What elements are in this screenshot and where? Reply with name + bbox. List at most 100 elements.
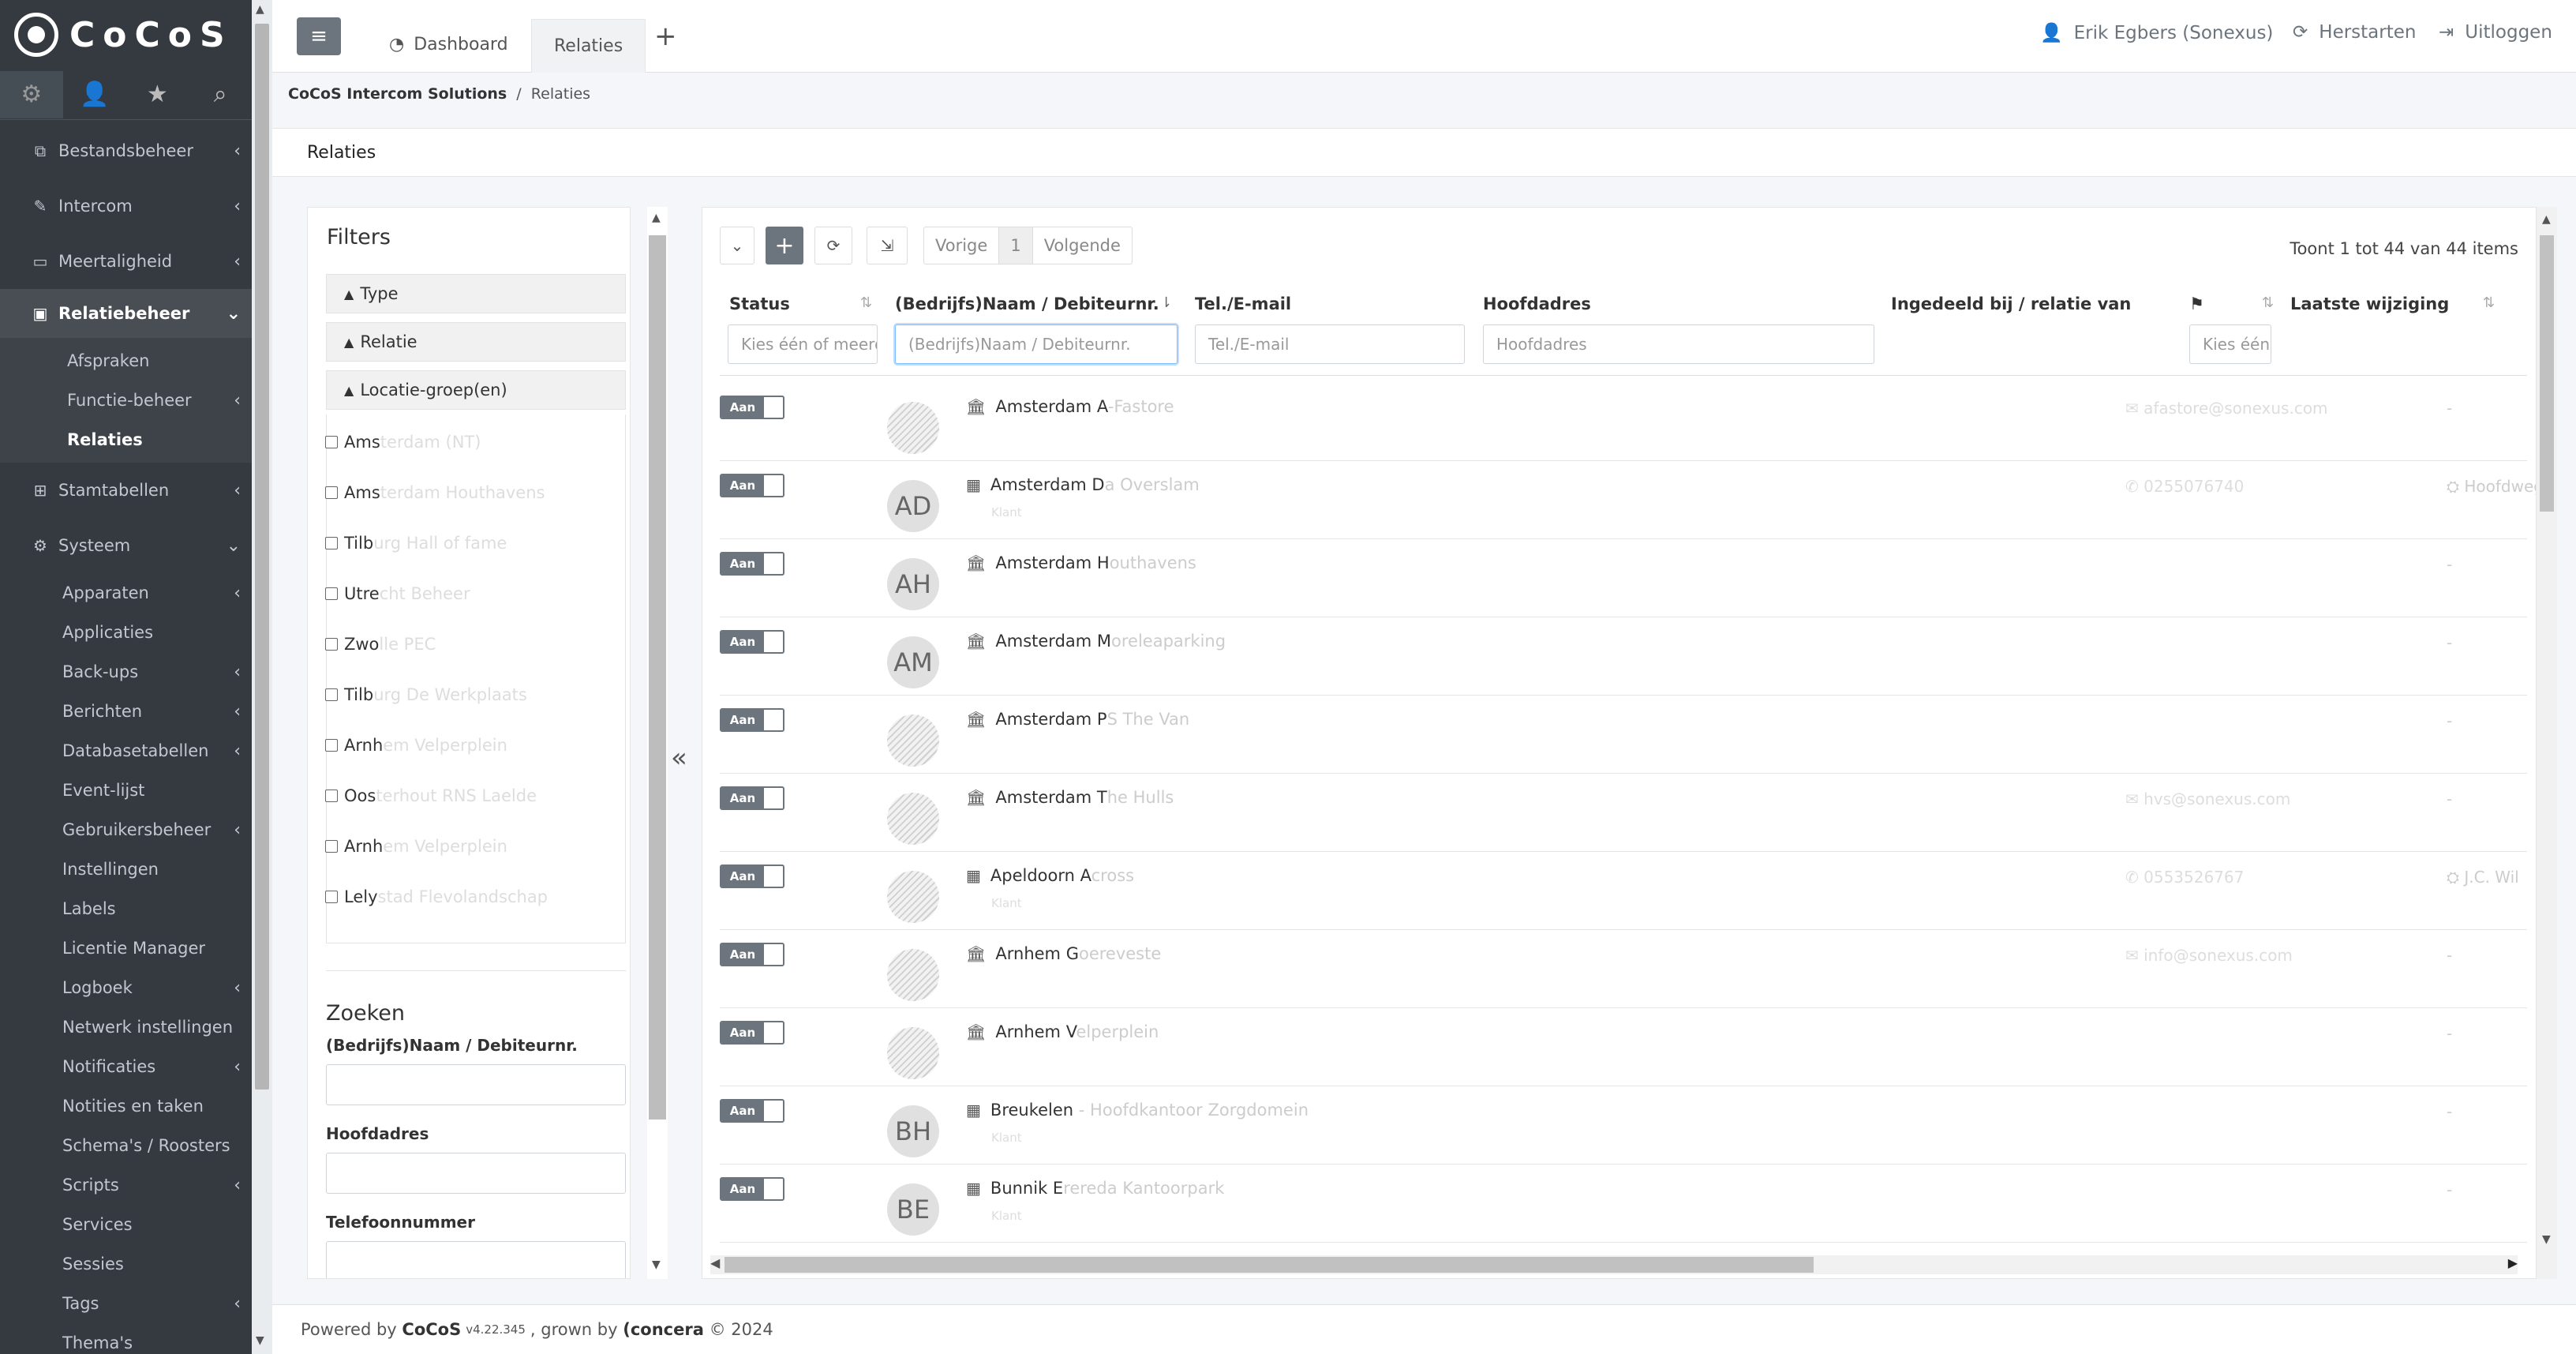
sort-icon[interactable]: ⇅ xyxy=(2483,294,2495,311)
location-checkbox-item[interactable]: Zwo lle PEC xyxy=(325,635,436,654)
sort-icon[interactable]: ⇅ xyxy=(2262,294,2274,311)
table-row[interactable]: Aan AD ▦ Amsterdam Da Overslam Klant ✆ 025507… xyxy=(720,461,2536,539)
sidebar-item-afspraken[interactable]: Afspraken xyxy=(0,341,252,381)
name-search-input[interactable] xyxy=(326,1064,626,1105)
user-menu[interactable]: 👤 Erik Egbers (Sonexus) xyxy=(2040,22,2273,44)
sidebar-item-relaties[interactable]: Relaties xyxy=(0,420,252,459)
sidebar-item-relatiebeheer[interactable]: ▣ Relatiebeheer ⌄ xyxy=(0,289,252,338)
checkbox[interactable] xyxy=(325,537,338,549)
filter-section-relatie[interactable]: ▲ Relatie xyxy=(326,322,626,362)
scroll-down-icon[interactable]: ▼ xyxy=(652,1258,661,1271)
scroll-up-icon[interactable]: ▲ xyxy=(2542,213,2551,226)
sidebar-item-system-8[interactable]: Labels xyxy=(0,889,252,928)
address-search-input[interactable] xyxy=(326,1153,626,1194)
footer-company[interactable]: (concera xyxy=(623,1320,704,1339)
status-filter-select[interactable]: Kies één of meerdere xyxy=(728,324,878,364)
table-row[interactable]: Aan BE ▦ Bunnik Erereda Kantoorpark Klant - xyxy=(720,1165,2527,1243)
location-checkbox-item[interactable]: Arnh em Velperplein xyxy=(325,736,507,755)
col-header-linked[interactable]: Ingedeeld bij / relatie van xyxy=(1891,294,2131,313)
status-toggle[interactable]: Aan xyxy=(720,786,784,810)
table-horizontal-scrollbar[interactable]: ◀ ▶ xyxy=(710,1255,2518,1274)
pager-page[interactable]: 1 xyxy=(999,227,1033,264)
checkbox[interactable] xyxy=(325,840,338,853)
col-header-tel[interactable]: Tel./E-mail xyxy=(1195,294,1291,313)
location-checkbox-item[interactable]: Oos terhout RNS Laelde xyxy=(325,786,537,805)
location-checkbox-item[interactable]: Lely stad Flevolandschap xyxy=(325,887,548,906)
sidebar-item-systeem[interactable]: ⚙ Systeem ⌄ xyxy=(0,518,252,573)
logout-button[interactable]: ⇥ Uitloggen xyxy=(2439,22,2552,43)
sidebar-item-system-9[interactable]: Licentie Manager xyxy=(0,928,252,968)
relation-name[interactable]: 🏛 Amsterdam A-Fastore xyxy=(966,397,1174,416)
status-toggle[interactable]: Aan xyxy=(720,552,784,576)
add-relation-button[interactable]: + xyxy=(766,227,803,264)
status-toggle[interactable]: Aan xyxy=(720,396,784,419)
col-header-status[interactable]: Status xyxy=(729,294,790,313)
name-filter-input[interactable]: (Bedrijfs)Naam / Debiteurnr. xyxy=(895,324,1178,364)
add-tab-button[interactable]: + xyxy=(654,21,677,52)
table-row[interactable]: Aan 🏛 Amsterdam The Hulls ✉ hvs@sonexus.com… xyxy=(720,774,2527,852)
checkbox[interactable] xyxy=(325,790,338,802)
sidebar-item-system-15[interactable]: Scripts ‹ xyxy=(0,1165,252,1205)
flag-icon[interactable]: ⚑ xyxy=(2189,294,2204,313)
sidebar-item-system-14[interactable]: Schema's / Roosters xyxy=(0,1126,252,1165)
status-toggle[interactable]: Aan xyxy=(720,474,784,497)
filter-section-type[interactable]: ▲ Type xyxy=(326,274,626,313)
sidebar-item-bestandsbeheer[interactable]: ⧉ Bestandsbeheer ‹ xyxy=(0,123,252,178)
relation-name[interactable]: 🏛 Amsterdam PS The Van xyxy=(966,710,1189,729)
col-header-address[interactable]: Hoofdadres xyxy=(1483,294,1591,313)
checkbox[interactable] xyxy=(325,739,338,752)
checkbox[interactable] xyxy=(325,638,338,651)
footer-brand[interactable]: CoCoS xyxy=(402,1320,461,1339)
relation-name[interactable]: ▦ Bunnik Erereda Kantoorpark xyxy=(966,1179,1224,1198)
scroll-down-icon[interactable]: ▼ xyxy=(2542,1233,2551,1246)
address-filter-input[interactable]: Hoofdadres xyxy=(1483,324,1874,364)
refresh-button[interactable]: ⟳ xyxy=(814,227,852,264)
location-checkbox-item[interactable]: Utre cht Beheer xyxy=(325,584,470,603)
status-toggle[interactable]: Aan xyxy=(720,1021,784,1045)
relation-name[interactable]: ▦ Amsterdam Da Overslam xyxy=(966,475,1200,494)
scrollbar-thumb[interactable] xyxy=(724,1257,1814,1273)
table-row[interactable]: Aan 🏛 Amsterdam PS The Van - xyxy=(720,696,2527,774)
sidebar-item-system-11[interactable]: Netwerk instellingen xyxy=(0,1007,252,1047)
table-row[interactable]: Aan ▦ Apeldoorn Across Klant ✆ 0553526767 ⛭ J… xyxy=(720,852,2527,930)
bulk-select-button[interactable]: ⌄ xyxy=(720,227,754,264)
tel-filter-input[interactable]: Tel./E-mail xyxy=(1195,324,1465,364)
sidebar-item-system-13[interactable]: Notities en taken xyxy=(0,1086,252,1126)
scroll-right-icon[interactable]: ▶ xyxy=(2508,1255,2518,1270)
sort-icon[interactable]: ⇅ xyxy=(860,294,872,311)
relation-name[interactable]: ▦ Apeldoorn Across xyxy=(966,866,1134,885)
status-toggle[interactable]: Aan xyxy=(720,1177,784,1201)
scrollbar-thumb[interactable] xyxy=(2540,235,2554,512)
restart-button[interactable]: ⟳ Herstarten xyxy=(2293,22,2416,43)
sidebar-item-stamtabellen[interactable]: ⊞ Stamtabellen ‹ xyxy=(0,463,252,518)
scrollbar-thumb[interactable] xyxy=(255,24,269,1090)
col-header-name[interactable]: (Bedrijfs)Naam / Debiteurnr. xyxy=(895,294,1159,313)
table-row[interactable]: Aan BH ▦ Breukelen - Hoofdkantoor Zorgdomei… xyxy=(720,1086,2527,1165)
sidebar-item-system-16[interactable]: Services xyxy=(0,1205,252,1244)
sidebar-item-system-0[interactable]: Apparaten ‹ xyxy=(0,573,252,613)
status-toggle[interactable]: Aan xyxy=(720,865,784,888)
table-scrollbar[interactable]: ▲ ▼ xyxy=(2537,207,2557,1279)
sort-asc-icon[interactable]: ⇂ xyxy=(1160,294,1172,311)
location-checkbox-item[interactable]: Arnh em Velperplein xyxy=(325,837,507,856)
location-checkbox-item[interactable]: Tilb urg De Werkplaats xyxy=(325,685,527,704)
sidebar-item-system-17[interactable]: Sessies xyxy=(0,1244,252,1284)
table-row[interactable]: Aan 🏛 Amsterdam A-Fastore ✉ afastore@sonexu… xyxy=(720,383,2527,461)
sidebar-item-system-6[interactable]: Gebruikersbeheer ‹ xyxy=(0,810,252,850)
status-toggle[interactable]: Aan xyxy=(720,1099,784,1123)
sidebar-item-system-10[interactable]: Logboek ‹ xyxy=(0,968,252,1007)
sidebar-item-functie-beheer[interactable]: Functie-beheer ‹ xyxy=(0,381,252,420)
status-toggle[interactable]: Aan xyxy=(720,708,784,732)
pager-next[interactable]: Volgende xyxy=(1033,227,1132,264)
table-row[interactable]: Aan 🏛 Arnhem Goereveste ✉ info@sonexus.com - xyxy=(720,930,2527,1008)
scroll-left-icon[interactable]: ◀ xyxy=(710,1255,720,1270)
sidebar-item-system-12[interactable]: Notificaties ‹ xyxy=(0,1047,252,1086)
col-header-changed[interactable]: Laatste wijziging xyxy=(2290,294,2449,313)
page-scrollbar[interactable]: ▲ ▼ xyxy=(252,0,272,1354)
relation-name[interactable]: 🏛 Amsterdam Moreleaparking xyxy=(966,632,1226,651)
filter-section-locatie[interactable]: ▲ Locatie-groep(en) xyxy=(326,370,626,410)
gear-icon[interactable]: ⚙ xyxy=(0,70,63,118)
search-icon[interactable]: ⌕ xyxy=(189,71,252,118)
location-checkbox-item[interactable]: Tilb urg Hall of fame xyxy=(325,534,507,553)
table-row[interactable]: Aan AH 🏛 Amsterdam Houthavens - xyxy=(720,539,2527,617)
